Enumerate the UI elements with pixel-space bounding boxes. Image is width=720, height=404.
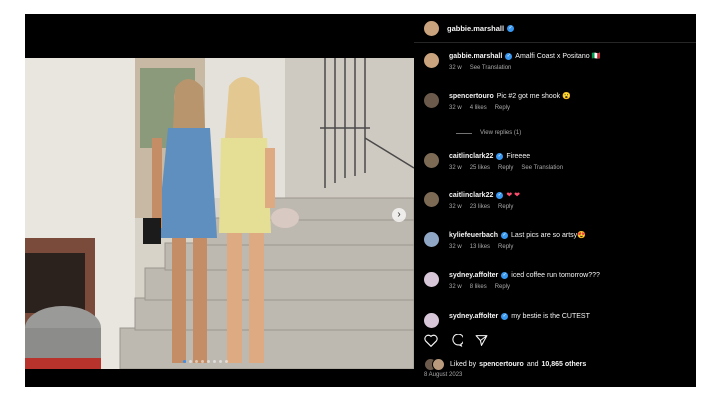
- action-bar: [424, 334, 488, 347]
- author-username[interactable]: gabbie.marshall: [447, 24, 504, 33]
- comment-item: sydney.affolter ✓ my bestie is the CUTEST: [424, 312, 692, 328]
- next-slide-button[interactable]: ›: [392, 208, 406, 222]
- comment-time: 32 w: [449, 204, 462, 210]
- liked-by-prefix: Liked by: [450, 360, 477, 368]
- liked-by-middle: and: [526, 360, 539, 368]
- comment-username[interactable]: sydney.affolter: [449, 272, 498, 279]
- post-photo[interactable]: ›: [25, 58, 414, 369]
- verified-badge-icon: ✓: [496, 191, 504, 199]
- carousel-dot: [195, 360, 198, 363]
- share-icon[interactable]: [475, 334, 488, 347]
- reply-link[interactable]: Reply: [498, 244, 513, 250]
- liker-avatars: [424, 358, 446, 371]
- comment-likes[interactable]: 8 likes: [470, 284, 487, 290]
- comment-likes[interactable]: 23 likes: [470, 204, 490, 210]
- comment-username[interactable]: caitlinclark22: [449, 192, 493, 199]
- verified-badge-icon: ✓: [501, 231, 509, 239]
- comment-username[interactable]: kyliefeuerbach: [449, 232, 498, 239]
- comment-item: caitlinclark22 ✓ Fireeee 32 w 25 likes Reply…: [424, 152, 692, 171]
- photo-illustration: [25, 58, 414, 369]
- post-header: gabbie.marshall ✓: [414, 14, 696, 43]
- post-container: › gabbie.marshall ✓ gabbie.marshall ✓ Amal…: [25, 14, 696, 387]
- verified-badge-icon: ✓: [507, 24, 515, 32]
- carousel-dots: [183, 360, 228, 363]
- verified-badge-icon: ✓: [501, 271, 509, 279]
- comment-item: sydney.affolter ✓ iced coffee run tomorrow…: [424, 271, 692, 290]
- comment-text: ❤ ❤: [506, 192, 521, 199]
- see-translation-link[interactable]: See Translation: [521, 165, 563, 171]
- liker-avatar: [432, 358, 445, 371]
- comment-item: kyliefeuerbach ✓ Last pics are so artsy😍 3…: [424, 231, 692, 250]
- commenter-avatar[interactable]: [424, 272, 439, 287]
- reply-link[interactable]: Reply: [495, 284, 510, 290]
- reply-link[interactable]: Reply: [498, 204, 513, 210]
- author-avatar[interactable]: [424, 20, 439, 36]
- likes-count[interactable]: 10,865 others: [542, 361, 587, 368]
- comment-text: iced coffee run tomorrow???: [511, 272, 600, 279]
- comment-text: Last pics are so artsy😍: [511, 232, 586, 239]
- verified-badge-icon: ✓: [501, 312, 509, 320]
- commenter-avatar[interactable]: [424, 153, 439, 168]
- liked-by-user[interactable]: spencertouro: [479, 361, 524, 368]
- carousel-dot: [225, 360, 228, 363]
- commenter-avatar[interactable]: [424, 313, 439, 328]
- carousel-dot: [189, 360, 192, 363]
- comment-list-continued: caitlinclark22 ✓ Fireeee 32 w 25 likes Reply…: [414, 50, 696, 328]
- verified-badge-icon: ✓: [496, 152, 504, 160]
- comment-time: 32 w: [449, 284, 462, 290]
- commenter-avatar[interactable]: [424, 192, 439, 207]
- heart-icon[interactable]: [424, 334, 438, 347]
- carousel-dot: [213, 360, 216, 363]
- carousel-dot: [219, 360, 222, 363]
- comment-time: 32 w: [449, 244, 462, 250]
- comment-icon[interactable]: [450, 334, 463, 347]
- post-date: 8 August 2023: [424, 372, 463, 378]
- comment-likes[interactable]: 25 likes: [470, 165, 490, 171]
- carousel-dot: [207, 360, 210, 363]
- carousel-dot: [183, 360, 186, 363]
- comment-likes[interactable]: 13 likes: [470, 244, 490, 250]
- likes-summary: Liked by spencertouro and 10,865 others: [424, 358, 587, 371]
- comment-time: 32 w: [449, 165, 462, 171]
- comment-username[interactable]: caitlinclark22: [449, 153, 493, 160]
- comment-text: Fireeee: [506, 153, 531, 160]
- commenter-avatar[interactable]: [424, 232, 439, 247]
- carousel-dot: [201, 360, 204, 363]
- comment-username[interactable]: sydney.affolter: [449, 313, 498, 320]
- comment-text: my bestie is the CUTEST: [511, 313, 590, 320]
- comment-item: caitlinclark22 ✓ ❤ ❤ 32 w 23 likes Reply: [424, 191, 692, 210]
- comments-panel: gabbie.marshall ✓ gabbie.marshall ✓ Amalfi…: [414, 14, 696, 387]
- reply-link[interactable]: Reply: [498, 165, 513, 171]
